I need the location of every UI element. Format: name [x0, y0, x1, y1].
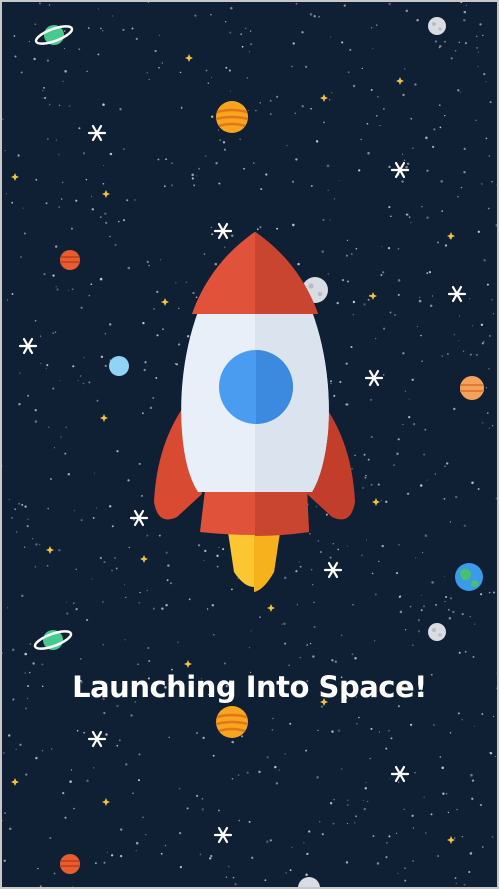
splash-caption: Launching Into Space!: [72, 670, 427, 704]
splash-screen: Launching Into Space!: [0, 0, 499, 889]
rocket-icon: [154, 232, 355, 592]
